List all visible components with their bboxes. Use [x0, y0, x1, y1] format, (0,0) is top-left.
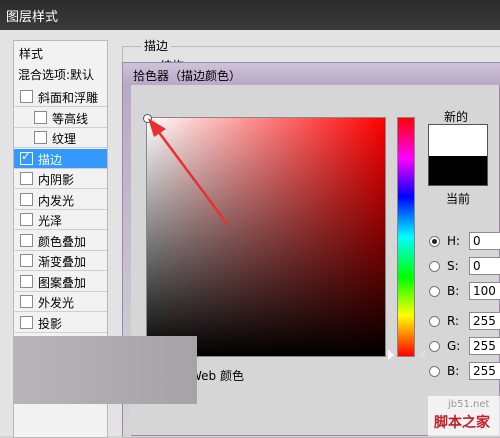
- red-arrow-annotation: [148, 118, 230, 226]
- color-value-input[interactable]: 255: [469, 362, 500, 380]
- sidebar-item-label: 外发光: [38, 296, 75, 310]
- color-value-input[interactable]: 255: [469, 337, 500, 355]
- hue-slider[interactable]: [397, 117, 415, 357]
- new-color-swatch: [429, 125, 487, 156]
- checkbox[interactable]: [20, 192, 33, 206]
- sidebar-item[interactable]: 等高线: [14, 108, 107, 128]
- color-field-key: H:: [447, 234, 461, 248]
- sidebar-item-label: 内发光: [38, 193, 75, 208]
- checkbox[interactable]: [20, 295, 33, 308]
- sidebar-item[interactable]: 斜面和浮雕: [14, 87, 107, 107]
- arrow-head: [148, 118, 166, 137]
- color-value-input[interactable]: 0: [469, 257, 500, 275]
- sidebar-item-label: 内阴影: [38, 173, 75, 187]
- sidebar-item[interactable]: 颜色叠加: [14, 231, 107, 251]
- color-field-key: G:: [447, 339, 461, 353]
- hue-slider-right-arrow[interactable]: [419, 350, 425, 360]
- new-color-label: 新的: [444, 110, 469, 124]
- sidebar-item-label: 投影: [38, 316, 63, 331]
- checkbox[interactable]: [20, 149, 33, 165]
- sidebar-item[interactable]: 内阴影: [14, 169, 107, 189]
- sidebar-item-label: 光泽: [38, 214, 63, 228]
- current-color-label: 当前: [446, 192, 471, 206]
- hue-slider-left-arrow[interactable]: [388, 350, 394, 360]
- sidebar-item[interactable]: 内发光: [14, 190, 107, 210]
- color-picker-title-bar[interactable]: 拾色器（描边颜色）: [123, 63, 500, 85]
- stroke-panel-title: 描边: [141, 37, 172, 54]
- sidebar-item[interactable]: 描边: [14, 148, 107, 169]
- checkbox[interactable]: [20, 315, 33, 329]
- window-title: 图层样式: [6, 10, 59, 25]
- color-field-key: B:: [447, 284, 460, 298]
- color-picker-title: 拾色器（描边颜色）: [133, 69, 242, 83]
- sidebar-item-label: 等高线: [52, 111, 89, 126]
- color-value-input[interactable]: 100: [469, 282, 500, 300]
- color-field-key: R:: [447, 314, 460, 328]
- sidebar-item-label: 颜色叠加: [38, 234, 87, 249]
- web-colors-label: Web 颜色: [190, 369, 244, 383]
- color-mode-radio[interactable]: [429, 366, 440, 377]
- color-mode-radio[interactable]: [429, 236, 440, 247]
- sidebar-item[interactable]: 外发光: [14, 292, 107, 312]
- color-mode-radio[interactable]: [429, 341, 440, 352]
- color-mode-radio[interactable]: [429, 261, 440, 272]
- color-swatch: [428, 124, 488, 186]
- sidebar-item[interactable]: 投影: [14, 313, 107, 333]
- color-value-input[interactable]: 255: [469, 312, 500, 330]
- arrow-shaft: [150, 122, 230, 226]
- color-field-key: S:: [447, 259, 459, 273]
- checkbox[interactable]: [20, 233, 33, 247]
- sidebar-item-label: 纹理: [52, 132, 77, 146]
- checkbox[interactable]: [20, 213, 33, 226]
- sidebar-item-label: 图案叠加: [38, 275, 87, 290]
- sidebar-item-label: 渐变叠加: [38, 255, 87, 269]
- watermark-domain: jb51.net: [448, 399, 490, 410]
- watermark-brand: 脚本之家: [434, 415, 490, 431]
- sidebar-item-label: 斜面和浮雕: [38, 91, 99, 105]
- sidebar-item[interactable]: 纹理: [14, 128, 107, 148]
- color-mode-radio[interactable]: [429, 286, 440, 297]
- title-bar: 图层样式: [0, 0, 500, 30]
- current-color-swatch[interactable]: [429, 156, 487, 185]
- gray-overlay-block: [13, 336, 197, 404]
- sidebar-item-label: 描边: [38, 152, 63, 167]
- sidebar-item[interactable]: 图案叠加: [14, 272, 107, 292]
- sidebar-item[interactable]: 光泽: [14, 210, 107, 230]
- checkbox[interactable]: [20, 172, 33, 185]
- checkbox[interactable]: [20, 90, 33, 103]
- blend-options-item[interactable]: 混合选项:默认: [18, 66, 94, 83]
- color-value-input[interactable]: 0: [469, 232, 500, 250]
- checkbox[interactable]: [20, 254, 33, 267]
- sidebar-item[interactable]: 渐变叠加: [14, 251, 107, 271]
- color-field-key: B:: [447, 364, 460, 378]
- sidebar-header: 样式: [19, 47, 44, 61]
- checkbox[interactable]: [34, 131, 47, 144]
- checkbox[interactable]: [20, 274, 33, 288]
- checkbox[interactable]: [34, 110, 47, 124]
- color-mode-radio[interactable]: [429, 316, 440, 327]
